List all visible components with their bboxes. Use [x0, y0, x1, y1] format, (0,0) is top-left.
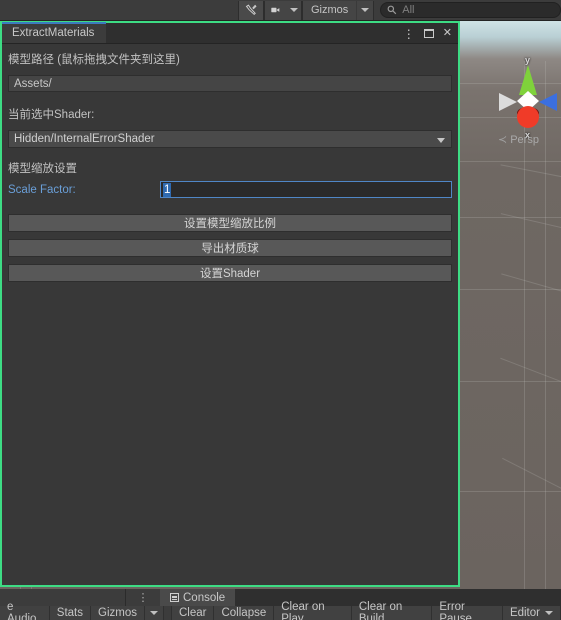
console-clear-on-play-button[interactable]: Clear on Play: [274, 601, 352, 620]
scene-view-toolbar: Gizmos All: [0, 0, 561, 21]
scene-gizmos-dropdown[interactable]: [145, 606, 164, 620]
search-icon: [387, 5, 397, 15]
panel-menu-icon[interactable]: ⋮: [126, 589, 160, 606]
scene-view[interactable]: y x ≺ Persp ExtractMaterials ⋮ ✕ 模型路径 (鼠…: [0, 21, 561, 589]
close-icon[interactable]: ✕: [443, 28, 452, 39]
scene-camera-dropdown[interactable]: [286, 0, 302, 20]
set-model-scale-button[interactable]: 设置模型缩放比例: [8, 214, 452, 232]
gizmos-dropdown[interactable]: [356, 0, 375, 20]
kebab-menu-icon[interactable]: ⋮: [403, 28, 415, 40]
neg-axis-cone: [499, 93, 517, 111]
scale-factor-value: 1: [163, 182, 172, 197]
button-label: Stats: [56, 607, 84, 619]
projection-arrow-icon: ≺: [498, 134, 508, 146]
shader-label: 当前选中Shader:: [8, 109, 95, 121]
z-axis-cone: [539, 93, 557, 111]
model-path-field[interactable]: Assets/: [8, 75, 452, 92]
chevron-down-icon: [289, 8, 298, 12]
button-label: Editor: [509, 607, 540, 619]
chevron-down-icon: [544, 611, 553, 615]
chevron-down-icon: [361, 8, 370, 12]
button-label: Clear on Play: [281, 601, 325, 620]
extract-materials-window: ExtractMaterials ⋮ ✕ 模型路径 (鼠标拖拽文件夹到这里) A…: [0, 21, 460, 587]
projection-mode-toggle[interactable]: ≺ Persp: [498, 133, 560, 147]
y-axis-cone: [519, 65, 537, 95]
button-label: 设置Shader: [199, 268, 261, 280]
tab-console-label: Console: [183, 591, 226, 604]
gizmos-button[interactable]: Gizmos: [302, 0, 357, 20]
button-label: e Audio: [7, 601, 37, 620]
model-path-label: 模型路径 (鼠标拖拽文件夹到这里): [8, 54, 180, 66]
chevron-down-icon: [437, 138, 445, 143]
export-materials-button[interactable]: 导出材质球: [8, 239, 452, 257]
unity-editor-screen: Gizmos All y x ≺ Persp ExtractMaterials …: [0, 0, 561, 620]
console-collapse-button[interactable]: Collapse: [214, 606, 275, 620]
window-controls: ⋮ ✕: [403, 23, 452, 44]
scale-factor-row: Scale Factor: 1: [8, 181, 452, 198]
button-label: Gizmos: [98, 607, 137, 619]
button-label: Collapse: [221, 607, 267, 619]
console-editor-dropdown[interactable]: Editor: [502, 606, 561, 620]
scene-gizmos-button[interactable]: Gizmos: [91, 606, 145, 620]
scale-factor-input[interactable]: 1: [160, 181, 452, 198]
shader-value: Hidden/InternalErrorShader: [14, 133, 155, 145]
x-axis-sphere: [517, 106, 539, 128]
button-label: Clear: [179, 607, 207, 619]
console-clear-button[interactable]: Clear: [171, 606, 215, 620]
button-label: Clear on Build: [358, 601, 403, 620]
mute-audio-button[interactable]: e Audio: [0, 601, 50, 620]
button-label: Error Pause: [439, 601, 472, 620]
model-path-value: Assets/: [14, 77, 52, 90]
tab-console[interactable]: Console: [160, 589, 236, 606]
window-body: 模型路径 (鼠标拖拽文件夹到这里) Assets/ 当前选中Shader: Hi…: [2, 44, 458, 282]
scene-camera-button[interactable]: [264, 0, 286, 20]
projection-label: Persp: [510, 133, 539, 146]
scale-factor-label: Scale Factor:: [8, 183, 76, 196]
chevron-down-icon: [150, 611, 158, 615]
gizmo-y-label: y: [525, 55, 531, 65]
window-tab-bar: ExtractMaterials ⋮ ✕: [2, 22, 458, 44]
gizmos-label: Gizmos: [311, 4, 349, 16]
console-clear-on-build-button[interactable]: Clear on Build: [351, 601, 433, 620]
tab-extract-materials[interactable]: ExtractMaterials: [2, 22, 107, 43]
stats-button[interactable]: Stats: [49, 606, 92, 620]
button-label: 导出材质球: [201, 243, 259, 255]
maximize-icon[interactable]: [423, 29, 434, 38]
shader-dropdown[interactable]: Hidden/InternalErrorShader: [8, 130, 452, 148]
tools-wrench-icon[interactable]: [238, 0, 264, 20]
scale-section-label: 模型缩放设置: [8, 163, 77, 175]
console-error-pause-button[interactable]: Error Pause: [432, 601, 503, 620]
button-label: 设置模型缩放比例: [184, 218, 276, 230]
list-icon: [170, 593, 179, 602]
set-shader-button[interactable]: 设置Shader: [8, 264, 452, 282]
tab-label: ExtractMaterials: [12, 26, 95, 39]
search-input[interactable]: All: [380, 2, 561, 18]
search-placeholder: All: [402, 4, 415, 16]
bottom-toolbar: e Audio Stats Gizmos Clear Collapse Clea…: [0, 601, 561, 620]
